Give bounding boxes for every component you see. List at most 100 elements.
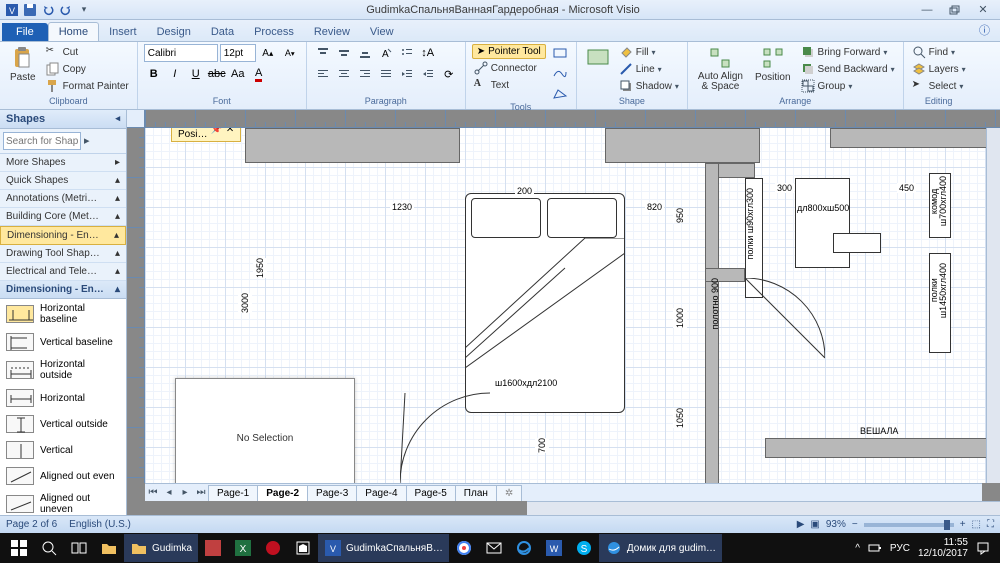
page-tab[interactable]: Page-3 [307,485,357,501]
shape-item[interactable]: Horizontal baseline [0,299,126,329]
justify-button[interactable] [376,65,396,83]
taskbar-app-icon[interactable] [479,534,509,562]
bullets-button[interactable] [397,44,417,62]
font-name-combo[interactable]: Calibri [144,44,218,62]
door-arc[interactable] [400,388,500,483]
explorer-button[interactable] [94,534,124,562]
zoom-slider[interactable] [864,523,954,527]
undo-icon[interactable] [40,2,56,18]
shape-item[interactable]: Horizontal outside [0,355,126,385]
ruler-vertical[interactable] [127,128,145,483]
panel-section-building[interactable]: Building Core (Met…▴ [0,208,126,226]
shape-item[interactable]: Vertical baseline [0,329,126,355]
grow-font-button[interactable]: A▴ [258,44,278,62]
notifications-icon[interactable] [976,541,990,555]
presentation-icon[interactable]: ▣ [810,519,819,530]
line-button[interactable]: Line▾ [617,61,681,77]
panel-collapse-icon[interactable]: ◂ [115,113,120,125]
tab-design[interactable]: Design [147,23,201,41]
zoom-in-button[interactable]: + [960,519,966,530]
text-direction-button[interactable]: ↕A [418,44,438,62]
taskbar-app-icon[interactable] [288,534,318,562]
search-input[interactable] [3,132,81,150]
panel-section-quick[interactable]: Quick Shapes▴ [0,172,126,190]
redo-icon[interactable] [58,2,74,18]
align-middle-button[interactable] [334,44,354,62]
status-lang[interactable]: English (U.S.) [69,519,131,530]
zoom-out-button[interactable]: − [852,519,858,530]
inc-indent-button[interactable] [418,65,438,83]
fill-button[interactable]: Fill▾ [617,44,681,60]
taskbar-item[interactable]: Gudimka [124,534,198,562]
page-tab[interactable]: Page-5 [406,485,456,501]
select-button[interactable]: ➤Select▾ [910,78,968,94]
save-icon[interactable] [22,2,38,18]
align-right-button[interactable] [355,65,375,83]
taskbar-app-icon[interactable] [198,534,228,562]
tray-battery-icon[interactable] [868,541,882,555]
shape-item[interactable]: Vertical outside [0,411,126,437]
tab-home[interactable]: Home [48,22,99,41]
status-page[interactable]: Page 2 of 6 [6,519,57,530]
panel-section-more[interactable]: More Shapes▸ [0,154,126,172]
group-button[interactable]: Group▾ [799,78,897,94]
qat-dropdown-icon[interactable]: ▾ [76,2,92,18]
text-tool-button[interactable]: AText [472,77,546,93]
wall[interactable] [765,438,1000,458]
shape-item[interactable]: Aligned out uneven [0,489,126,515]
wall[interactable] [830,128,1000,148]
nav-prev-icon[interactable]: ◂ [161,487,177,498]
shrink-font-button[interactable]: A▾ [280,44,300,62]
panel-section-dimensioning[interactable]: Dimensioning - En…▴ [0,226,126,245]
pointer-tool-button[interactable]: ➤Pointer Tool [472,44,546,59]
page-tab[interactable]: Page-1 [208,485,258,501]
underline-button[interactable]: U [186,65,206,83]
shadow-button[interactable]: Shadow▾ [617,78,681,94]
fullscreen-button[interactable]: ⛶ [987,519,994,530]
orientation-button[interactable]: A [376,44,396,62]
page-tab[interactable]: Page-4 [356,485,406,501]
door-arc[interactable] [705,278,825,378]
ruler-horizontal[interactable] [145,110,1000,128]
taskbar-app-icon[interactable]: S [569,534,599,562]
nav-first-icon[interactable]: ⏮ [145,487,161,498]
close-button[interactable]: ✕ [970,2,996,18]
restore-button[interactable] [942,2,968,18]
macro-icon[interactable]: ▶ [797,519,805,530]
connector-button[interactable]: Connector [472,60,546,76]
cut-button[interactable]: ✂Cut [44,44,131,60]
find-button[interactable]: Find▾ [910,44,968,60]
position-button[interactable]: Position [751,44,795,85]
tab-process[interactable]: Process [244,23,304,41]
pillow[interactable] [547,198,617,238]
taskbar-app-icon[interactable] [258,534,288,562]
insert-page-button[interactable]: ✲ [496,485,522,501]
bold-button[interactable]: B [144,65,164,83]
tab-review[interactable]: Review [304,23,360,41]
taskbar-app-icon[interactable] [449,534,479,562]
taskbar-app-icon[interactable]: X [228,534,258,562]
taskbar-app-icon[interactable] [509,534,539,562]
shape-item[interactable]: Horizontal [0,385,126,411]
panel-section-annotations[interactable]: Annotations (Metri…▴ [0,190,126,208]
ellipse-tool-button[interactable] [550,84,570,102]
stencil-header[interactable]: Dimensioning - En…▴ [0,281,126,299]
drawing-canvas[interactable]: ш1600хдл2100 полки ш90хгл300 дл800хш500 … [145,128,1000,483]
bring-forward-button[interactable]: Bring Forward▾ [799,44,897,60]
file-tab[interactable]: File [2,23,48,41]
wall[interactable] [605,128,760,163]
dresser[interactable] [795,178,850,268]
horizontal-scrollbar[interactable] [527,501,1000,515]
tab-insert[interactable]: Insert [99,23,147,41]
rectangle-tool-button[interactable] [550,44,570,62]
taskbar-item[interactable]: VGudimkaСпальняВ… [318,534,449,562]
case-button[interactable]: Aa [228,65,248,83]
dresser-drawer[interactable] [833,233,881,253]
search-go-icon[interactable]: ▸ [81,135,93,147]
tray-clock[interactable]: 11:55 12/10/2017 [918,537,968,559]
taskbar-item[interactable]: Домик для gudim… [599,534,722,562]
tray-chevron-icon[interactable]: ^ [855,543,860,554]
page-tab[interactable]: Page-2 [257,485,308,501]
page-tab[interactable]: План [455,485,497,501]
italic-button[interactable]: I [165,65,185,83]
